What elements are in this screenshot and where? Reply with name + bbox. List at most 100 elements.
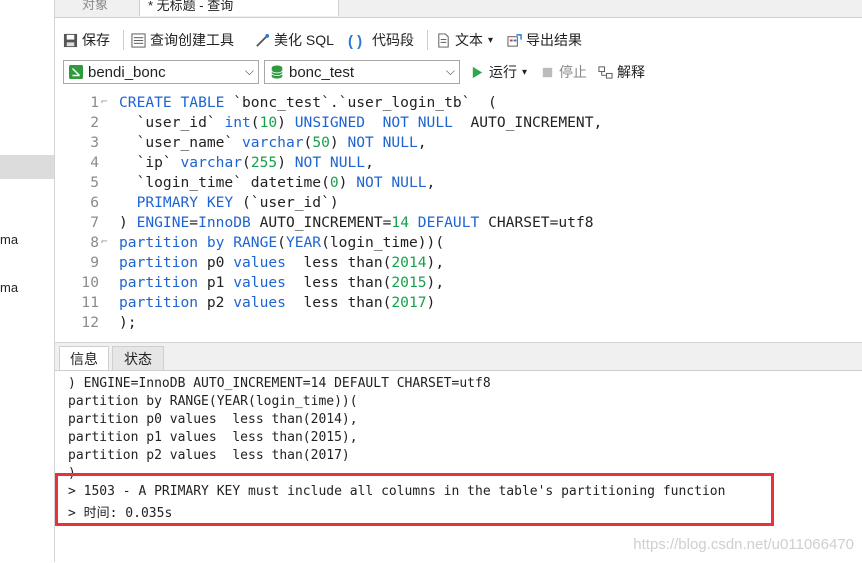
code-token: 0 [329,174,339,191]
code-line[interactable]: ) ENGINE=InnoDB AUTO_INCREMENT=14 DEFAUL… [119,214,594,231]
tab-query-label: * 无标题 - 查询 [148,0,234,13]
code-line[interactable]: partition p2 values less than(2017) [119,294,435,311]
code-token: 2014 [391,254,427,271]
stop-icon [542,67,553,77]
query-toolbar: 保存 查询创建工具 美化 SQL ( ) 代码段 文本 ▾ 导出结果 [55,26,862,52]
sidebar-item[interactable]: ma [0,280,18,295]
sql-editor[interactable]: 1 ⌐ CREATE TABLE `bonc_test`.`user_login_t… [55,92,862,336]
code-line[interactable]: PRIMARY KEY (`user_id`) [119,194,339,211]
watermark: https://blog.csdn.net/u011066470 [633,536,854,553]
fold-marker-icon[interactable]: ⌐ [101,235,111,248]
code-snippet-label: 代码段 [372,32,414,48]
line-number: 3 [90,134,99,151]
stop-button[interactable]: 停止 [540,62,587,82]
code-token: PRIMARY KEY [119,194,234,211]
code-token: values [233,274,286,291]
code-token: 14 [391,214,409,231]
code-token: DEFAULT [417,214,480,231]
code-token: `ip` [119,154,181,171]
code-token: p0 [198,254,234,271]
chevron-down-icon: ⌵ [445,64,455,78]
connection-toolbar: bendi_bonc ⌵ bonc_test ⌵ 运行 ▾ 停止 解释 [55,58,862,86]
code-token: YEAR [285,234,322,251]
code-token: 255 [250,154,278,171]
error-highlight-box [55,473,774,526]
toolbar-separator [427,30,428,50]
code-line[interactable]: partition by RANGE(YEAR(login_time))( [119,234,444,251]
code-token: partition [119,274,199,291]
sidebar-selected-row[interactable] [0,155,54,179]
code-token: varchar [242,134,304,151]
code-snippet-icon: ( ) [348,32,363,50]
code-token: values [233,294,286,311]
code-token: ), [426,254,445,271]
explain-icon [598,65,613,79]
beautify-icon [256,33,270,47]
code-token: ) [426,294,436,311]
connection-icon [69,65,83,79]
object-sidebar[interactable]: ma ma [0,0,55,562]
output-panel: ) ENGINE=InnoDB AUTO_INCREMENT=14 DEFAUL… [55,370,862,563]
code-token: partition [119,254,199,271]
beautify-sql-label: 美化 SQL [274,32,334,48]
tab-objects[interactable]: 对象 [55,0,135,16]
code-line[interactable]: CREATE TABLE `bonc_test`.`user_login_tb`… [119,94,497,111]
code-token: ) [338,174,357,191]
code-line[interactable]: `login_time` datetime(0) NOT NULL, [119,174,436,191]
code-token: ) [119,214,137,231]
explain-button[interactable]: 解释 [598,62,645,82]
fold-marker-icon[interactable]: ⌐ [101,95,111,108]
code-token: AUTO_INCREMENT= [250,214,392,231]
line-number: 8 [90,234,99,251]
code-token: `login_time` datetime( [119,174,330,191]
code-token: , [417,134,427,151]
query-builder-button[interactable]: 查询创建工具 [131,30,234,50]
connection-select[interactable]: bendi_bonc ⌵ [63,60,259,84]
code-line[interactable]: `user_name` varchar(50) NOT NULL, [119,134,427,151]
code-token: 2017 [391,294,427,311]
line-number: 1 [90,94,99,111]
database-select[interactable]: bonc_test ⌵ [264,60,460,84]
query-builder-label: 查询创建工具 [150,32,234,48]
code-token: 2015 [391,274,427,291]
code-line[interactable]: `user_id` int(10) UNSIGNED NOT NULL AUTO… [119,114,603,131]
query-builder-icon [131,32,146,48]
line-number: 5 [90,174,99,191]
run-button[interactable]: 运行 ▾ [470,62,527,82]
code-token: ); [119,314,137,331]
code-line[interactable]: `ip` varchar(255) NOT NULL, [119,154,374,171]
sidebar-item[interactable]: ma [0,232,18,247]
code-token: p2 [198,294,234,311]
text-button[interactable]: 文本 ▾ [436,30,493,50]
code-line[interactable]: partition p1 values less than(2015), [119,274,444,291]
tab-query[interactable]: * 无标题 - 查询 [139,0,339,16]
output-line: partition p2 values less than(2017) [68,448,350,463]
output-tabbar: 信息 状态 [55,342,862,371]
line-number: 12 [81,314,99,331]
explain-label: 解释 [617,64,645,80]
code-token: NOT NULL [294,154,366,171]
save-icon [63,33,78,47]
tab-status[interactable]: 状态 [112,346,164,371]
code-line[interactable]: ); [119,314,137,331]
code-token: p1 [198,274,234,291]
code-token: ) [277,154,295,171]
stop-label: 停止 [559,64,587,80]
chevron-down-icon: ⌵ [244,64,254,78]
code-token: ) [277,114,295,131]
chevron-down-icon: ▾ [488,34,494,46]
tab-info[interactable]: 信息 [59,346,109,371]
code-line[interactable]: partition p0 values less than(2014), [119,254,444,271]
code-token: CREATE TABLE [119,94,225,111]
line-number: 4 [90,154,99,171]
save-button[interactable]: 保存 [63,30,110,50]
export-result-button[interactable]: 导出结果 [507,30,582,50]
code-token: ), [426,274,445,291]
chevron-down-icon: ▾ [522,66,528,78]
line-number: 2 [90,114,99,131]
code-snippet-button[interactable]: ( ) 代码段 [348,30,414,50]
play-icon [472,66,483,78]
beautify-sql-button[interactable]: 美化 SQL [255,30,334,50]
code-token: NOT NULL [356,174,427,191]
